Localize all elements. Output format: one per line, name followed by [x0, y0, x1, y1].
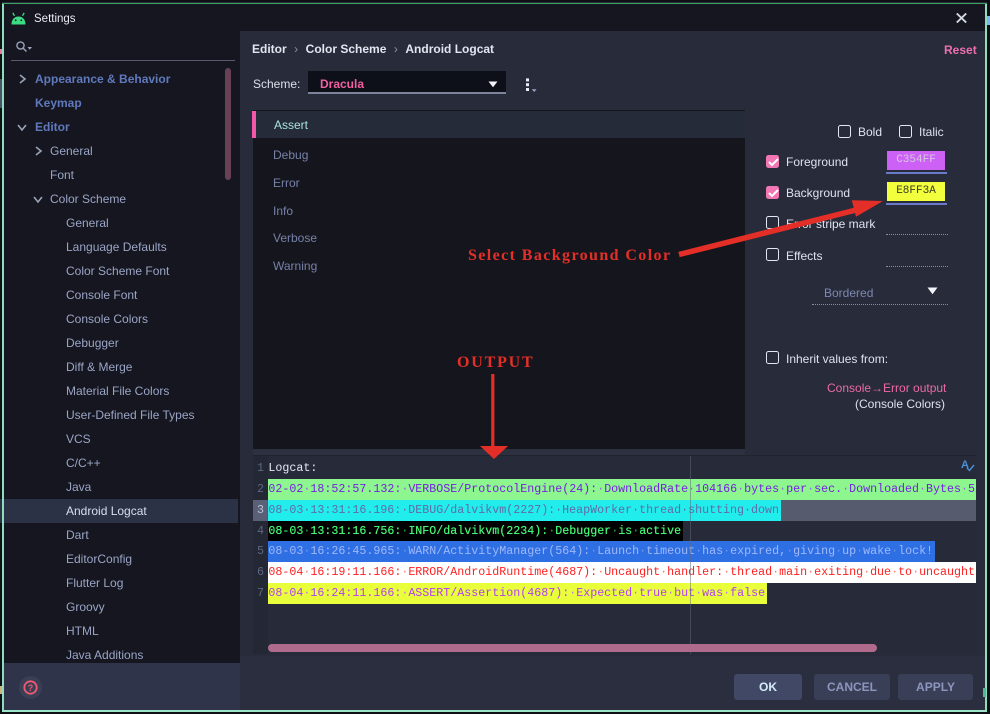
svg-text:?: ? [28, 683, 34, 693]
